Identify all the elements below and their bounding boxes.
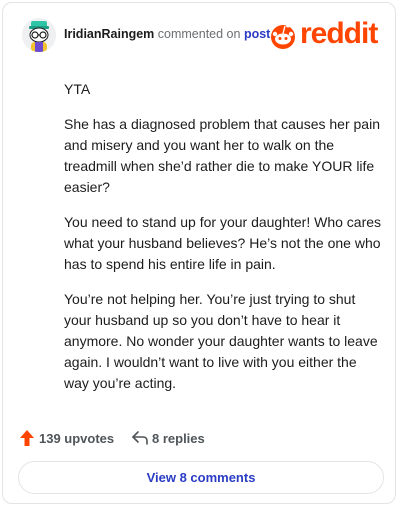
comment-paragraph: YTA: [64, 81, 91, 97]
comment-paragraph: She has a diagnosed problem that causes …: [64, 116, 380, 195]
reddit-snoo-icon: [271, 23, 295, 49]
comment-paragraph: You’re not helping her. You’re just tryi…: [64, 291, 378, 391]
action-text: commented on: [157, 27, 241, 41]
comment-body: YTA She has a diagnosed problem that cau…: [64, 79, 382, 408]
reply-count[interactable]: 8 replies: [152, 431, 205, 446]
reddit-logo[interactable]: reddit: [269, 17, 381, 51]
reply-arrow-icon[interactable]: [131, 430, 149, 446]
upvote-count: 139 upvotes: [39, 431, 115, 446]
comment-card: IridianRaingem commented on post reddit …: [2, 2, 396, 504]
view-comments-button[interactable]: View 8 comments: [18, 461, 384, 494]
post-link[interactable]: post: [244, 27, 270, 41]
upvote-arrow-icon[interactable]: [19, 429, 35, 447]
comment-meta: IridianRaingem commented on post: [64, 27, 270, 41]
reddit-wordmark: reddit: [300, 17, 378, 50]
username-link[interactable]: IridianRaingem: [64, 27, 154, 41]
snoo-avatar-icon: [22, 18, 56, 52]
comment-header: IridianRaingem commented on post reddit: [22, 17, 381, 58]
user-avatar[interactable]: [22, 18, 56, 52]
comment-paragraph: You need to stand up for your daughter! …: [64, 214, 382, 272]
